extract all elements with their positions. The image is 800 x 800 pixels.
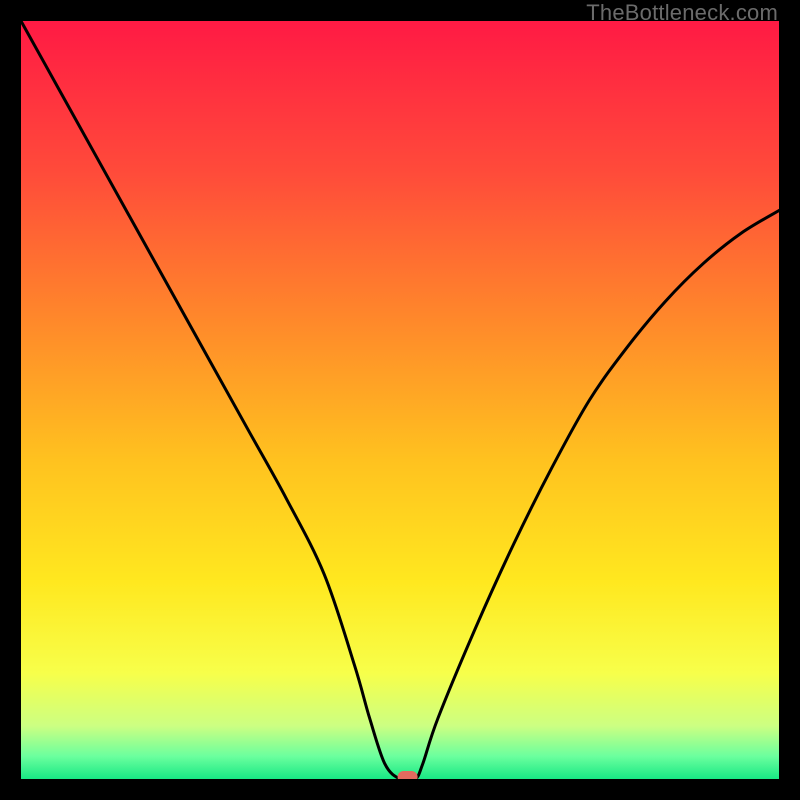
- minimum-marker: [398, 771, 418, 779]
- bottleneck-chart: [21, 21, 779, 779]
- gradient-background: [21, 21, 779, 779]
- chart-frame: [21, 21, 779, 779]
